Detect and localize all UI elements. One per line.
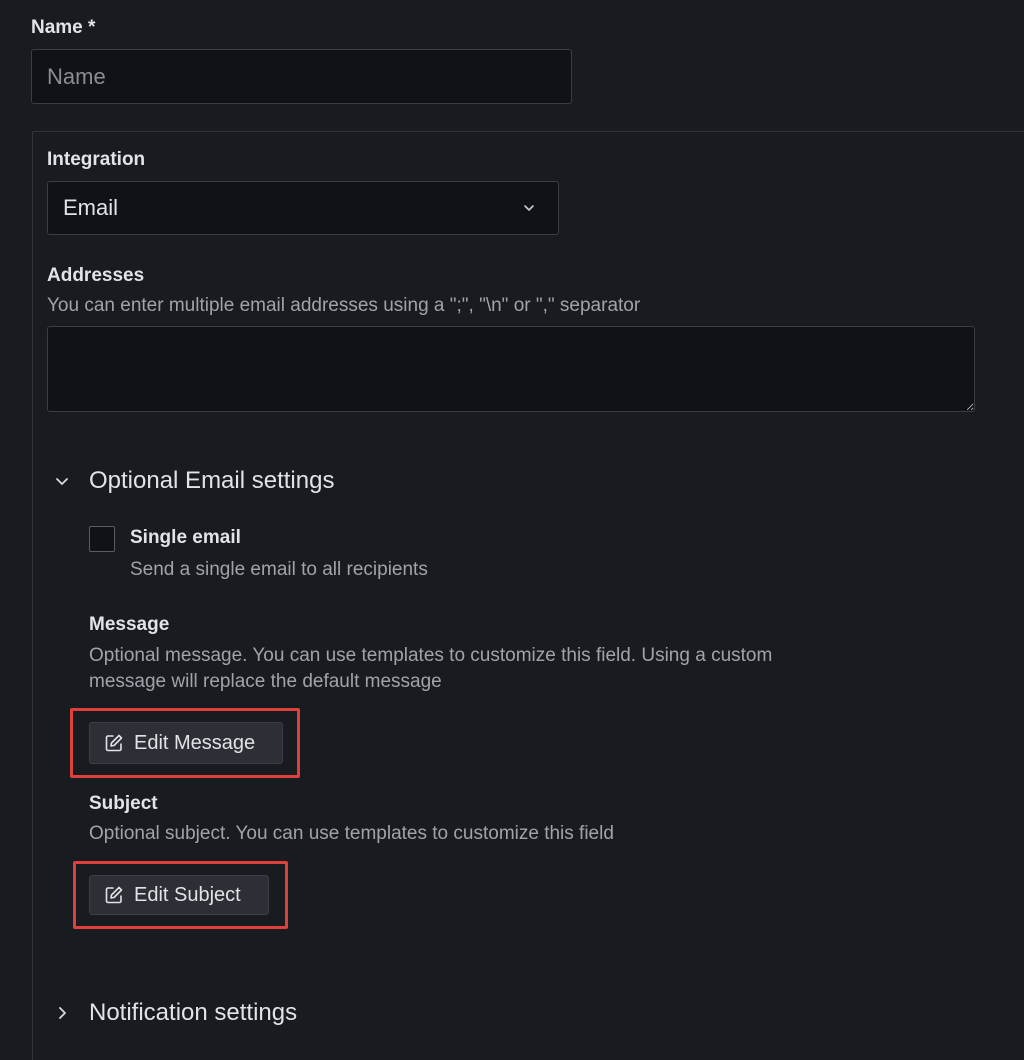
notification-settings-toggle[interactable]: Notification settings (53, 999, 297, 1027)
integration-label: Integration (47, 149, 146, 170)
single-email-checkbox[interactable] (89, 526, 115, 552)
addresses-textarea[interactable] (47, 326, 975, 412)
chevron-down-icon (56, 478, 68, 485)
edit-icon (105, 734, 123, 752)
subject-description: Optional subject. You can use templates … (89, 823, 614, 844)
single-email-description: Send a single email to all recipients (130, 559, 428, 580)
chevron-down-icon (524, 205, 534, 211)
edit-icon (105, 886, 123, 904)
addresses-label: Addresses (47, 265, 145, 286)
notification-settings-title: Notification settings (89, 999, 298, 1026)
message-label: Message (89, 614, 170, 635)
edit-subject-button[interactable]: Edit Subject (89, 875, 269, 915)
single-email-label: Single email (130, 527, 241, 548)
optional-email-settings-title: Optional Email settings (89, 467, 335, 494)
integration-select[interactable]: Email (47, 181, 559, 235)
contact-point-form: Name * Integration Email Addresses You c… (0, 0, 1024, 1060)
addresses-description: You can enter multiple email addresses u… (47, 295, 641, 316)
chevron-right-icon (59, 1007, 66, 1019)
integration-selected-value: Email (63, 195, 119, 220)
message-description-line2: message will replace the default message (89, 671, 442, 692)
message-description-line1: Optional message. You can use templates … (89, 645, 773, 666)
optional-email-settings-toggle[interactable]: Optional Email settings (53, 467, 334, 495)
name-label: Name * (31, 17, 96, 38)
subject-label: Subject (89, 793, 158, 814)
name-input[interactable] (31, 49, 572, 104)
edit-message-button[interactable]: Edit Message (89, 722, 283, 764)
edit-message-label: Edit Message (134, 731, 256, 754)
edit-subject-label: Edit Subject (134, 883, 241, 906)
